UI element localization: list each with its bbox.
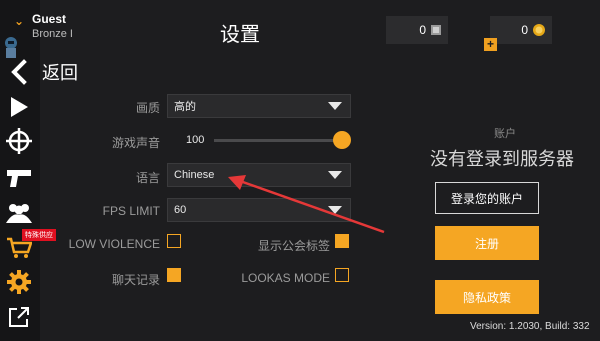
- chevron-down-icon: [328, 102, 342, 110]
- avatar: [5, 37, 17, 58]
- special-offer-badge[interactable]: 特殊供应: [22, 229, 56, 241]
- profile-card[interactable]: ⌄ Guest Bronze I: [0, 10, 80, 58]
- quality-label: 画质: [135, 101, 160, 115]
- chevron-down-icon: [328, 206, 342, 214]
- fps-dropdown[interactable]: 60: [167, 198, 351, 222]
- privacy-policy-button[interactable]: 隐私政策: [435, 280, 539, 314]
- volume-value: 100: [186, 134, 205, 146]
- version-label: Version: 1.2030, Build: 332: [470, 321, 590, 332]
- friends-icon: [6, 204, 32, 223]
- login-button[interactable]: 登录您的账户: [435, 182, 539, 214]
- profile-chevron-icon[interactable]: ⌄: [14, 14, 24, 28]
- volume-label: 游戏声音: [111, 136, 160, 150]
- crosshair-nav-button[interactable]: [4, 126, 34, 156]
- friends-nav-button[interactable]: [4, 198, 34, 228]
- lookas-mode-label: LOOKAS MODE: [241, 271, 330, 285]
- back-label: 返回: [42, 63, 78, 83]
- silver-currency: 0: [386, 16, 448, 44]
- quality-dropdown[interactable]: 高的: [167, 94, 351, 118]
- external-link-icon: [9, 307, 29, 327]
- profile-name: Guest: [32, 12, 67, 26]
- weapons-nav-button[interactable]: [4, 163, 34, 193]
- language-dropdown[interactable]: Chinese: [167, 163, 351, 187]
- add-currency-button[interactable]: +: [484, 38, 497, 51]
- external-link-button[interactable]: [4, 302, 34, 332]
- page-title: 设置: [220, 24, 260, 46]
- quality-value: 高的: [174, 101, 196, 113]
- chat-log-label: 聊天记录: [111, 273, 160, 287]
- guild-tag-label: 显示公会标签: [257, 239, 330, 253]
- language-value: Chinese: [174, 169, 215, 181]
- low-violence-label: LOW VIOLENCE: [68, 237, 160, 251]
- back-chevron-icon: [11, 59, 27, 85]
- gold-amount: 0: [521, 23, 528, 37]
- volume-slider[interactable]: [214, 139, 340, 142]
- profile-rank: Bronze I: [32, 28, 73, 40]
- lookas-mode-checkbox[interactable]: [335, 268, 349, 282]
- fps-value: 60: [174, 204, 187, 216]
- silver-amount: 0: [419, 23, 426, 37]
- gold-coin-icon: [533, 24, 545, 36]
- silver-coin-icon: [431, 25, 441, 35]
- crosshair-icon: [6, 128, 32, 154]
- gold-currency: 0: [490, 16, 552, 44]
- fps-label: FPS LIMIT: [102, 204, 160, 218]
- volume-slider-knob[interactable]: [333, 131, 351, 149]
- low-violence-checkbox[interactable]: [167, 234, 181, 248]
- gear-icon: [7, 270, 31, 294]
- register-button[interactable]: 注册: [435, 226, 539, 260]
- account-caption: 账户: [494, 128, 516, 140]
- play-icon: [11, 97, 28, 117]
- back-button[interactable]: 返回: [8, 58, 78, 86]
- language-label: 语言: [135, 171, 160, 185]
- chevron-down-icon: [328, 171, 342, 179]
- account-status-message: 没有登录到服务器: [430, 149, 574, 169]
- play-nav-button[interactable]: [4, 92, 34, 122]
- guild-tag-checkbox[interactable]: [335, 234, 349, 248]
- settings-nav-button[interactable]: [4, 267, 34, 297]
- pistol-icon: [7, 170, 31, 187]
- chat-log-checkbox[interactable]: [167, 268, 181, 282]
